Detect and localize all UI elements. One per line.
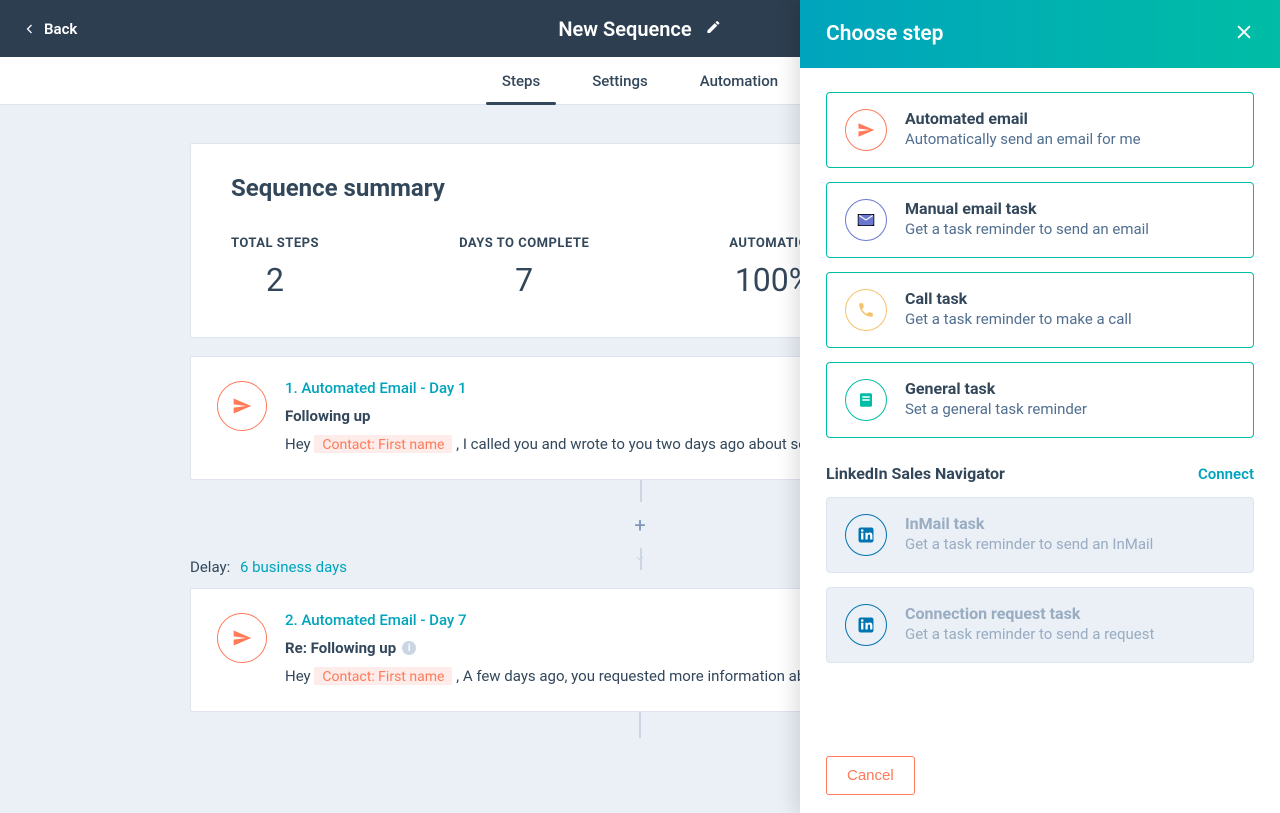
back-button[interactable]: Back bbox=[24, 20, 77, 38]
option-general-task[interactable]: General task Set a general task reminder bbox=[826, 362, 1254, 438]
delay-value-link[interactable]: 6 business days bbox=[240, 558, 347, 576]
panel-header: Choose step bbox=[800, 0, 1280, 68]
tab-automation[interactable]: Automation bbox=[674, 57, 804, 104]
close-panel-button[interactable] bbox=[1234, 22, 1254, 46]
linkedin-section-header: LinkedIn Sales Navigator Connect bbox=[826, 464, 1254, 483]
linkedin-icon bbox=[845, 514, 887, 556]
panel-body: Automated email Automatically send an em… bbox=[800, 68, 1280, 737]
option-desc: Get a task reminder to make a call bbox=[905, 310, 1235, 328]
note-icon bbox=[845, 379, 887, 421]
option-call-task[interactable]: Call task Get a task reminder to make a … bbox=[826, 272, 1254, 348]
linkedin-connect-link[interactable]: Connect bbox=[1198, 465, 1254, 483]
option-manual-email-task[interactable]: Manual email task Get a task reminder to… bbox=[826, 182, 1254, 258]
option-desc: Get a task reminder to send an email bbox=[905, 220, 1235, 238]
send-icon bbox=[845, 109, 887, 151]
phone-icon bbox=[845, 289, 887, 331]
option-title: InMail task bbox=[905, 514, 1235, 533]
close-icon bbox=[1234, 22, 1254, 42]
contact-first-name-token: Contact: First name bbox=[314, 435, 452, 453]
option-title: Call task bbox=[905, 289, 1235, 308]
send-icon bbox=[217, 613, 267, 663]
option-desc: Automatically send an email for me bbox=[905, 130, 1235, 148]
delay-label: Delay: bbox=[190, 558, 230, 576]
option-title: General task bbox=[905, 379, 1235, 398]
pencil-icon bbox=[706, 19, 722, 35]
option-desc: Get a task reminder to send a request bbox=[905, 625, 1235, 643]
back-label: Back bbox=[44, 20, 77, 38]
option-desc: Get a task reminder to send an InMail bbox=[905, 535, 1235, 553]
choose-step-panel: Choose step Automated email Automaticall… bbox=[800, 0, 1280, 813]
add-step-button[interactable]: + bbox=[626, 511, 654, 539]
edit-title-button[interactable] bbox=[706, 19, 722, 39]
page-title: New Sequence bbox=[558, 17, 691, 41]
option-title: Connection request task bbox=[905, 604, 1235, 623]
tab-steps[interactable]: Steps bbox=[476, 57, 566, 104]
stat-label: TOTAL STEPS bbox=[231, 236, 319, 251]
option-inmail-task: InMail task Get a task reminder to send … bbox=[826, 497, 1254, 573]
option-title: Automated email bbox=[905, 109, 1235, 128]
option-desc: Set a general task reminder bbox=[905, 400, 1235, 418]
send-icon bbox=[217, 381, 267, 431]
tab-settings[interactable]: Settings bbox=[566, 57, 674, 104]
stat-label: DAYS TO COMPLETE bbox=[459, 236, 589, 251]
stat-total-steps: TOTAL STEPS 2 bbox=[231, 236, 319, 299]
chevron-left-icon bbox=[24, 23, 36, 35]
linkedin-section-title: LinkedIn Sales Navigator bbox=[826, 464, 1005, 483]
info-icon[interactable]: i bbox=[402, 641, 416, 655]
option-automated-email[interactable]: Automated email Automatically send an em… bbox=[826, 92, 1254, 168]
delay-row: Delay: 6 business days bbox=[190, 558, 347, 576]
arrow-down-icon bbox=[634, 549, 646, 568]
option-title: Manual email task bbox=[905, 199, 1235, 218]
page-title-wrap: New Sequence bbox=[558, 17, 721, 41]
mail-icon bbox=[845, 199, 887, 241]
cancel-button[interactable]: Cancel bbox=[826, 756, 915, 795]
panel-footer: Cancel bbox=[800, 737, 1280, 813]
panel-title: Choose step bbox=[826, 22, 944, 46]
stat-value: 7 bbox=[459, 261, 589, 299]
stat-value: 2 bbox=[231, 261, 319, 299]
stat-days-to-complete: DAYS TO COMPLETE 7 bbox=[459, 236, 589, 299]
option-connection-request-task: Connection request task Get a task remin… bbox=[826, 587, 1254, 663]
linkedin-icon bbox=[845, 604, 887, 646]
contact-first-name-token: Contact: First name bbox=[314, 667, 452, 685]
